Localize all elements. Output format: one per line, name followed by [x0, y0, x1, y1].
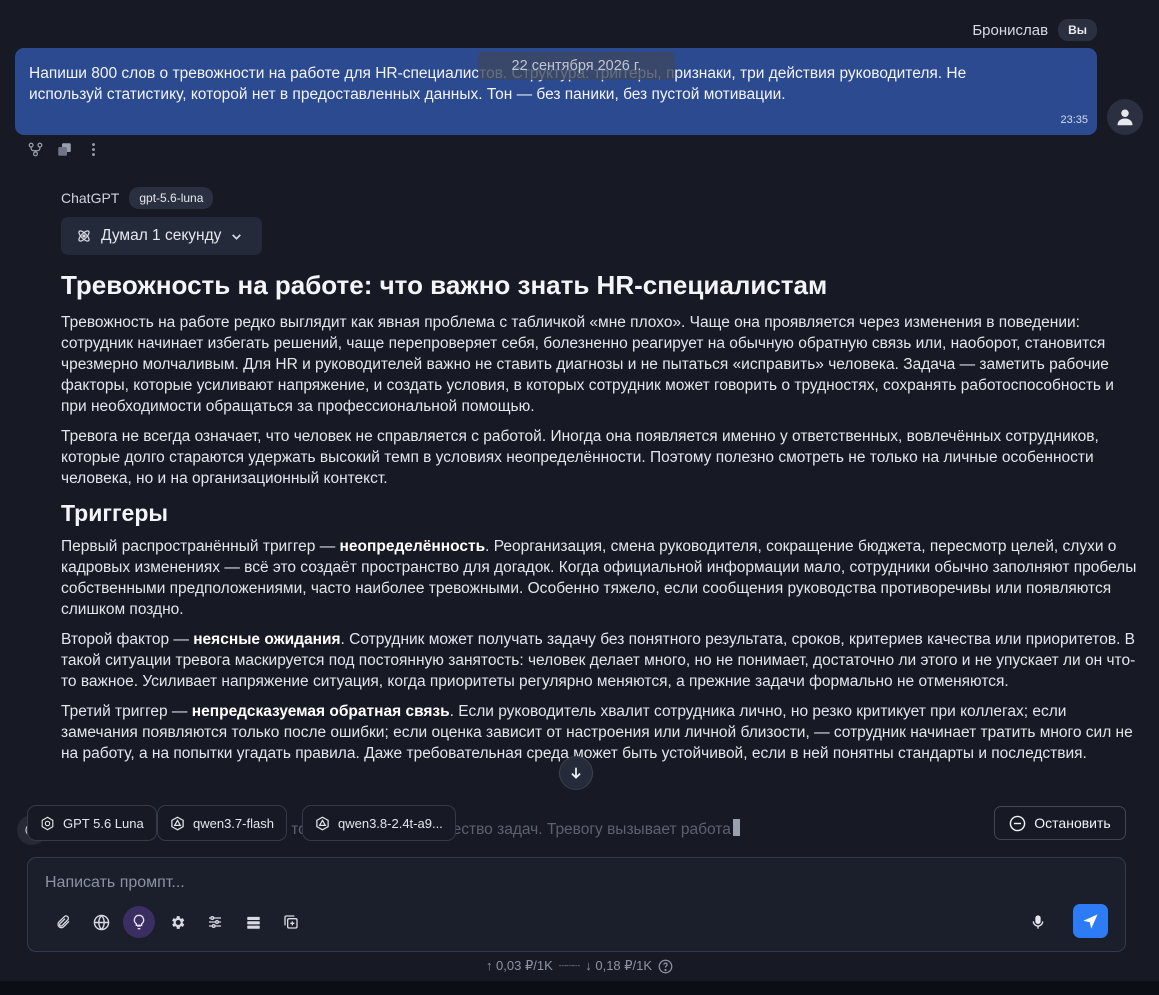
model-chip-qwen-large[interactable]: qwen3.8-2.4t-a9... — [302, 805, 456, 841]
composer — [27, 857, 1126, 952]
trigger-text: Второй фактор — — [61, 631, 194, 648]
settings-button[interactable] — [161, 906, 193, 938]
help-icon[interactable] — [658, 959, 673, 974]
price-separator: ┄┄┄ — [558, 958, 581, 973]
you-badge: Вы — [1058, 19, 1097, 41]
model-chip-label: GPT 5.6 Luna — [63, 815, 144, 831]
send-button[interactable] — [1073, 904, 1108, 938]
model-chip-qwen-flash[interactable]: qwen3.7-flash — [157, 805, 287, 841]
scroll-down-button[interactable] — [559, 756, 593, 790]
qwen-icon — [316, 816, 329, 830]
globe-icon — [93, 914, 109, 930]
prompt-input[interactable] — [45, 870, 1105, 896]
gear-icon — [171, 915, 184, 929]
stop-button[interactable]: Остановить — [994, 806, 1126, 840]
send-icon — [1083, 913, 1098, 929]
model-chip-gpt[interactable]: GPT 5.6 Luna — [27, 805, 157, 841]
section-heading-triggers: Триггеры — [61, 500, 169, 526]
list-icon — [246, 916, 260, 929]
model-chip-label: qwen3.7-flash — [193, 815, 274, 831]
copy-icon[interactable] — [56, 141, 73, 158]
pricing-info: ↑ 0,03 ₽/1K ┄┄┄ ↓ 0,18 ₽/1K — [0, 958, 1159, 974]
user-avatar[interactable] — [1107, 99, 1143, 135]
date-separator: 22 сентября 2026 г. — [478, 52, 675, 80]
more-icon[interactable] — [85, 141, 102, 158]
user-name: Бронислав — [972, 21, 1049, 39]
assistant-header: ChatGPT gpt-5.6-luna — [61, 187, 214, 209]
microphone-icon — [1032, 915, 1044, 929]
sliders-icon — [209, 916, 221, 928]
web-search-button[interactable] — [85, 906, 117, 938]
assistant-answer: Тревожность на работе: что важно знать H… — [61, 268, 1141, 773]
atom-icon — [78, 230, 90, 242]
openai-icon — [41, 816, 54, 830]
input-price: ↑ 0,03 ₽/1K — [485, 958, 553, 973]
composer-toolbar — [47, 906, 307, 938]
trigger-text: Первый распространённый триггер — — [61, 538, 340, 555]
trigger-paragraph: Второй фактор — неясные ожидания. Сотруд… — [61, 629, 1141, 692]
arrow-down-icon — [571, 767, 581, 779]
trigger-text: Третий триггер — — [61, 703, 192, 720]
message-actions — [27, 141, 102, 158]
trigger-paragraph: Первый распространённый триггер — неопре… — [61, 536, 1141, 620]
model-badge: gpt-5.6-luna — [129, 187, 214, 209]
stop-label: Остановить — [1034, 815, 1111, 831]
bottom-strip — [0, 981, 1159, 995]
stop-icon — [1009, 815, 1026, 831]
assistant-name: ChatGPT — [61, 190, 120, 206]
typing-cursor — [732, 819, 740, 836]
branch-icon[interactable] — [27, 141, 44, 158]
output-price: ↓ 0,18 ₽/1K — [585, 958, 653, 973]
answer-paragraph: Тревожность на работе редко выглядит как… — [61, 314, 1114, 415]
trigger-paragraph: Третий триггер — непредсказуемая обратна… — [61, 701, 1141, 764]
trigger-keyword: непредсказуемая обратная связь — [191, 703, 450, 720]
paperclip-icon — [57, 915, 70, 929]
message-time: 23:35 — [1060, 114, 1088, 126]
microphone-button[interactable] — [1023, 906, 1053, 938]
thinking-toggle[interactable]: Думал 1 секунду — [61, 217, 262, 255]
chevron-down-icon — [232, 233, 242, 240]
parameters-button[interactable] — [199, 906, 231, 938]
add-context-button[interactable] — [275, 906, 307, 938]
thinking-label: Думал 1 секунду — [101, 227, 222, 244]
answer-title: Тревожность на работе: что важно знать H… — [61, 270, 828, 300]
attach-button[interactable] — [47, 906, 79, 938]
lightbulb-icon — [133, 914, 145, 930]
user-header: Бронислав Вы — [972, 19, 1097, 41]
trigger-keyword: неопределённость — [339, 538, 486, 555]
user-icon — [1117, 109, 1133, 126]
list-button[interactable] — [237, 906, 269, 938]
trigger-keyword: неясные ожидания — [193, 631, 341, 648]
model-chip-label: qwen3.8-2.4t-a9... — [338, 815, 443, 831]
qwen-icon — [171, 816, 184, 830]
reasoning-button[interactable] — [123, 906, 155, 938]
add-box-icon — [284, 915, 298, 929]
answer-paragraph: Тревога не всегда означает, что человек … — [61, 428, 1099, 487]
